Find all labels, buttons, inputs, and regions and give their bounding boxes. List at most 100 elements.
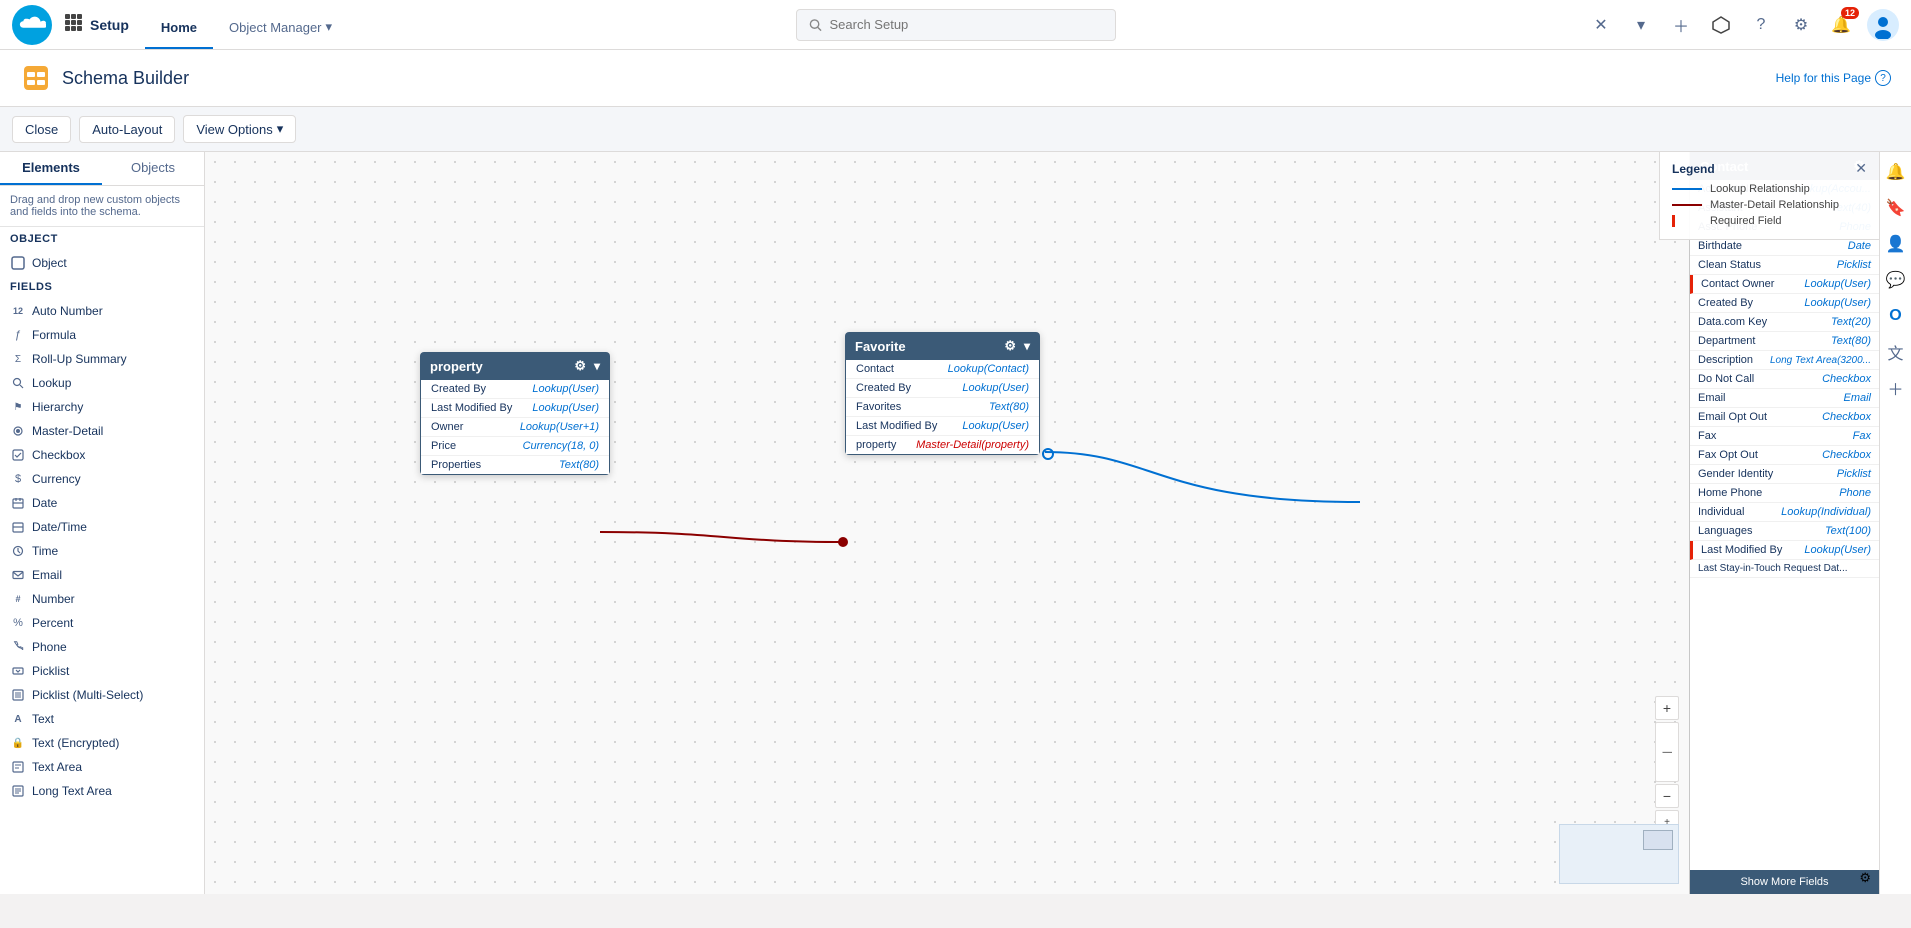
field-email[interactable]: Email	[0, 563, 204, 587]
salesforce-logo[interactable]	[12, 5, 52, 45]
mini-map[interactable]	[1559, 824, 1679, 884]
favorite-field-contact: Contact Lookup(Contact)	[846, 360, 1039, 379]
datetime-icon	[10, 519, 26, 535]
view-options-button[interactable]: View Options ▾	[183, 115, 296, 143]
zoom-in-button[interactable]: +	[1655, 696, 1679, 720]
field-picklist[interactable]: Picklist	[0, 659, 204, 683]
app-switcher-icon[interactable]	[64, 13, 82, 36]
contact-panel: Contact ⚙ Account Name Lookup(Accou... A…	[1689, 152, 1879, 894]
zoom-out-button[interactable]: −	[1655, 784, 1679, 808]
favorite-field-created-by: Created By Lookup(User)	[846, 379, 1039, 398]
left-panel: Elements Objects Drag and drop new custo…	[0, 152, 205, 894]
field-lookup[interactable]: Lookup	[0, 371, 204, 395]
object-manager-tab[interactable]: Object Manager ▾	[213, 0, 348, 49]
field-percent[interactable]: % Percent	[0, 611, 204, 635]
sidebar-bookmark-icon[interactable]: 🔖	[1884, 196, 1908, 220]
field-phone[interactable]: Phone	[0, 635, 204, 659]
left-panel-tabs: Elements Objects	[0, 152, 204, 186]
notifications-icon[interactable]: 🔔 12	[1827, 11, 1855, 39]
property-object: property ⚙ ▾ Created By Lookup(User) Las…	[420, 352, 610, 475]
contact-field-owner: Contact Owner Lookup(User)	[1690, 275, 1879, 294]
master-detail-icon	[10, 423, 26, 439]
contact-field-last-modified: Last Modified By Lookup(User)	[1690, 541, 1879, 560]
search-bar[interactable]	[796, 9, 1116, 41]
tab-elements[interactable]: Elements	[0, 152, 102, 185]
property-title: property	[430, 359, 483, 374]
picklist-icon	[10, 663, 26, 679]
help-icon[interactable]: ?	[1747, 11, 1775, 39]
property-gear-icon[interactable]: ⚙	[574, 358, 586, 374]
number-icon: #	[10, 591, 26, 607]
legend-title: Legend	[1672, 162, 1715, 176]
sidebar-translate-icon[interactable]: 文	[1884, 340, 1908, 364]
checkbox-icon	[10, 447, 26, 463]
sidebar-chat-icon[interactable]: 💬	[1884, 268, 1908, 292]
field-formula[interactable]: ƒ Formula	[0, 323, 204, 347]
object-section-header: OBJECT	[0, 227, 204, 251]
setup-icon[interactable]: ⚙	[1787, 11, 1815, 39]
close-button[interactable]: Close	[12, 116, 71, 143]
auto-number-icon: 12	[10, 303, 26, 319]
search-icon	[809, 18, 822, 32]
legend-master-item: Master-Detail Relationship	[1672, 199, 1867, 211]
property-expand-icon[interactable]: ▾	[594, 359, 600, 373]
canvas[interactable]: property ⚙ ▾ Created By Lookup(User) Las…	[205, 152, 1879, 894]
field-picklist-multi[interactable]: Picklist (Multi-Select)	[0, 683, 204, 707]
field-auto-number[interactable]: 12 Auto Number	[0, 299, 204, 323]
zoom-slider[interactable]: |	[1655, 722, 1679, 782]
show-more-fields-button[interactable]: Show More Fields	[1690, 870, 1879, 894]
sidebar-add-icon[interactable]: ＋	[1884, 376, 1908, 400]
field-date[interactable]: Date	[0, 491, 204, 515]
clear-icon[interactable]: ✕	[1587, 11, 1615, 39]
contact-field-fax-opt-out: Fax Opt Out Checkbox	[1690, 446, 1879, 465]
text-area-icon	[10, 759, 26, 775]
field-number[interactable]: # Number	[0, 587, 204, 611]
field-time[interactable]: Time	[0, 539, 204, 563]
legend-close-icon[interactable]: ✕	[1855, 160, 1867, 177]
object-item[interactable]: Object	[0, 251, 204, 275]
contact-field-last-stay: Last Stay-in-Touch Request Dat...	[1690, 560, 1879, 578]
legend-required-item: Required Field	[1672, 215, 1867, 227]
sidebar-bell-icon[interactable]: 🔔	[1884, 160, 1908, 184]
favorite-header: Favorite ⚙ ▾	[845, 332, 1040, 360]
field-text-encrypted[interactable]: 🔒 Text (Encrypted)	[0, 731, 204, 755]
schema-builder-title: Schema Builder	[62, 68, 189, 89]
favorite-expand-icon[interactable]: ▾	[1024, 339, 1030, 353]
settings-button[interactable]: ⚙	[1859, 870, 1871, 886]
dropdown-icon[interactable]: ▾	[1627, 11, 1655, 39]
field-rollup-summary[interactable]: Σ Roll-Up Summary	[0, 347, 204, 371]
property-field-last-modified: Last Modified By Lookup(User)	[421, 399, 609, 418]
field-long-text-area[interactable]: Long Text Area	[0, 779, 204, 803]
top-nav: Setup Home Object Manager ▾ ✕ ▾ ＋ ? ⚙ 🔔	[0, 0, 1911, 50]
contact-field-created-by: Created By Lookup(User)	[1690, 294, 1879, 313]
field-text-area[interactable]: Text Area	[0, 755, 204, 779]
avatar[interactable]	[1867, 9, 1899, 41]
search-input[interactable]	[830, 17, 1103, 32]
help-link[interactable]: Help for this Page ?	[1776, 70, 1891, 86]
favorite-object: Favorite ⚙ ▾ Contact Lookup(Contact) Cre…	[845, 332, 1040, 455]
formula-icon: ƒ	[10, 327, 26, 343]
field-checkbox[interactable]: Checkbox	[0, 443, 204, 467]
trailhead-icon[interactable]	[1707, 11, 1735, 39]
sidebar-user-icon[interactable]: 👤	[1884, 232, 1908, 256]
property-field-created-by: Created By Lookup(User)	[421, 380, 609, 399]
home-tab[interactable]: Home	[145, 0, 213, 49]
tab-objects[interactable]: Objects	[102, 152, 204, 185]
add-icon[interactable]: ＋	[1667, 11, 1695, 39]
right-sidebar: 🔔 🔖 👤 💬 O 文 ＋	[1879, 152, 1911, 894]
favorite-gear-icon[interactable]: ⚙	[1004, 338, 1016, 354]
field-text[interactable]: A Text	[0, 707, 204, 731]
field-master-detail[interactable]: Master-Detail	[0, 419, 204, 443]
field-currency[interactable]: $ Currency	[0, 467, 204, 491]
field-hierarchy[interactable]: ⚑ Hierarchy	[0, 395, 204, 419]
contact-field-description: Description Long Text Area(3200...	[1690, 351, 1879, 370]
contact-fields: Account Name Lookup(Accou... Assistant T…	[1690, 180, 1879, 870]
field-datetime[interactable]: Date/Time	[0, 515, 204, 539]
legend-header: Legend ✕	[1672, 160, 1867, 177]
auto-layout-button[interactable]: Auto-Layout	[79, 116, 175, 143]
contact-field-email: Email Email	[1690, 389, 1879, 408]
contact-field-datacom-key: Data.com Key Text(20)	[1690, 313, 1879, 332]
phone-icon	[10, 639, 26, 655]
sidebar-outlook-icon[interactable]: O	[1884, 304, 1908, 328]
connections-svg	[205, 152, 1879, 894]
